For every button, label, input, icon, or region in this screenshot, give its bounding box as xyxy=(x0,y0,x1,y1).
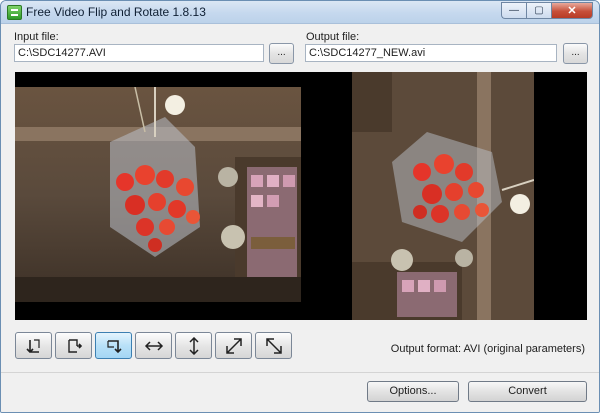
window-title: Free Video Flip and Rotate 1.8.13 xyxy=(26,5,206,19)
transverse-button[interactable] xyxy=(255,332,292,359)
options-button[interactable]: Options... xyxy=(367,381,459,402)
output-file-label: Output file: xyxy=(306,31,360,43)
minimize-button[interactable]: — xyxy=(501,2,526,19)
flip-vertical-icon xyxy=(188,336,199,355)
convert-button[interactable]: Convert xyxy=(468,381,587,402)
window-controls: — ▢ ✕ xyxy=(501,2,593,19)
rotate-right-button[interactable] xyxy=(55,332,92,359)
input-file-field[interactable]: C:\SDC14277.AVI xyxy=(14,44,264,62)
rotate-down-button[interactable] xyxy=(95,332,132,359)
flip-vertical-button[interactable] xyxy=(175,332,212,359)
rotate-down-icon xyxy=(106,339,122,353)
title-bar[interactable]: Free Video Flip and Rotate 1.8.13 — ▢ ✕ xyxy=(1,1,599,24)
maximize-button[interactable]: ▢ xyxy=(526,2,551,19)
output-browse-button[interactable]: ... xyxy=(563,43,588,64)
input-browse-button[interactable]: ... xyxy=(269,43,294,64)
diagonal-arrow-se-icon xyxy=(265,337,282,354)
input-file-label: Input file: xyxy=(14,31,59,43)
output-file-field[interactable]: C:\SDC14277_NEW.avi xyxy=(305,44,557,62)
app-window: Free Video Flip and Rotate 1.8.13 — ▢ ✕ … xyxy=(0,0,600,413)
close-button[interactable]: ✕ xyxy=(551,2,593,19)
rotate-left-button[interactable] xyxy=(15,332,52,359)
app-icon xyxy=(7,5,22,20)
output-format-label: Output format: AVI (original parameters) xyxy=(390,343,585,355)
flip-horizontal-icon xyxy=(144,340,163,351)
rotate-right-icon xyxy=(67,338,82,353)
transpose-button[interactable] xyxy=(215,332,252,359)
diagonal-arrow-ne-icon xyxy=(225,337,242,354)
output-video-frame xyxy=(352,72,534,320)
rotate-left-icon xyxy=(25,338,40,353)
flip-horizontal-button[interactable] xyxy=(135,332,172,359)
input-video-frame xyxy=(15,87,301,302)
video-preview-area xyxy=(15,72,587,320)
